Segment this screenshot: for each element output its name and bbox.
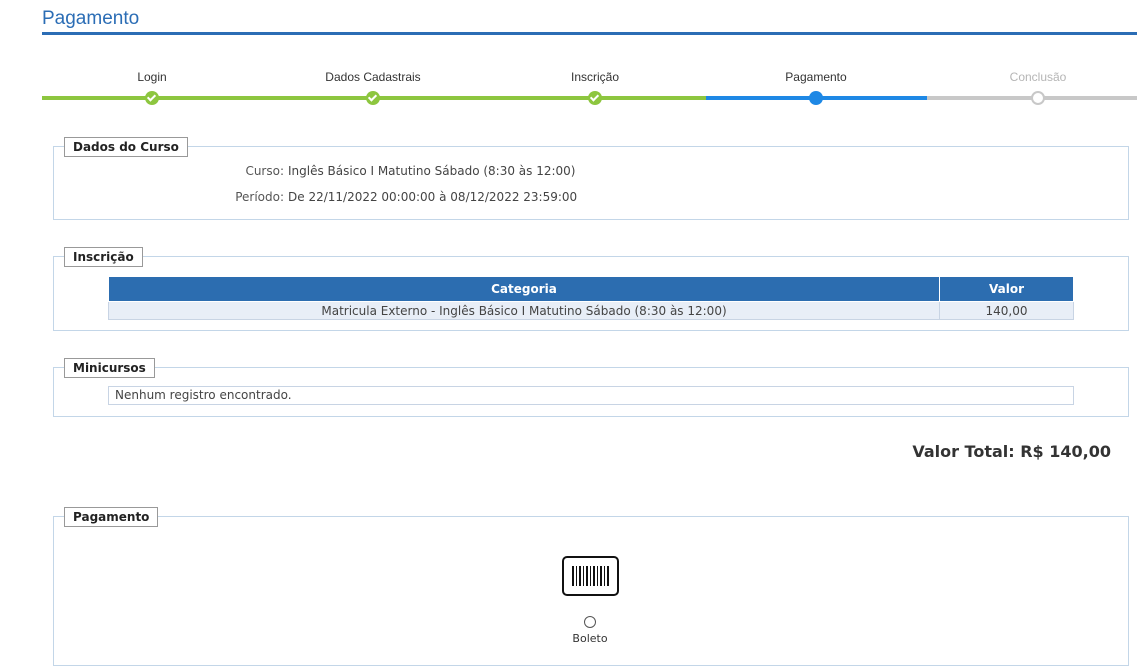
table-row: Matricula Externo - Inglês Básico I Matu… (108, 301, 1074, 320)
step-conclusao-pending-dot (1031, 91, 1045, 105)
step-dados-cadastrais-label: Dados Cadastrais (325, 70, 421, 84)
step-pagamento-label: Pagamento (785, 70, 847, 84)
progress-stepper: Login Dados Cadastrais Inscrição Pagamen… (42, 60, 1137, 110)
valor-cell: 140,00 (939, 301, 1074, 320)
step-inscricao-check-icon (588, 91, 602, 105)
step-dados-cadastrais-check-icon (366, 91, 380, 105)
inscricao-section: Inscrição Categoria Valor Matricula Exte… (53, 247, 1129, 331)
valor-total: Valor Total: R$ 140,00 (912, 442, 1111, 461)
pagamento-legend: Pagamento (64, 507, 159, 527)
dados-curso-legend: Dados do Curso (64, 137, 188, 157)
inscricao-legend: Inscrição (64, 247, 143, 267)
minicursos-legend: Minicursos (64, 358, 155, 378)
curso-label: Curso: (245, 164, 284, 178)
inscricao-table: Categoria Valor Matricula Externo - Ingl… (108, 276, 1074, 320)
categoria-cell: Matricula Externo - Inglês Básico I Matu… (108, 301, 940, 320)
step-pagamento-current-dot (809, 91, 823, 105)
column-header-valor: Valor (939, 276, 1074, 302)
column-header-categoria: Categoria (108, 276, 940, 302)
barcode-icon[interactable] (562, 556, 619, 596)
step-conclusao-label: Conclusão (1009, 70, 1067, 84)
minicursos-section: Minicursos Nenhum registro encontrado. (53, 358, 1129, 417)
page-title: Pagamento (42, 8, 140, 29)
dados-curso-section: Dados do Curso Curso: Inglês Básico I Mat… (53, 137, 1129, 220)
boleto-label[interactable]: Boleto (572, 632, 607, 645)
periodo-label: Período: (235, 190, 284, 204)
periodo-row: Período: De 22/11/2022 00:00:00 à 08/12/2… (184, 190, 577, 204)
title-rule (42, 32, 1137, 35)
curso-row: Curso: Inglês Básico I Matutino Sábado (8… (184, 164, 575, 178)
step-login-check-icon (145, 91, 159, 105)
step-inscricao-label: Inscrição (570, 70, 620, 84)
step-login-label: Login (137, 70, 167, 84)
minicursos-empty-message: Nenhum registro encontrado. (108, 386, 1074, 405)
boleto-radio[interactable] (584, 616, 596, 628)
periodo-value: De 22/11/2022 00:00:00 à 08/12/2022 23:5… (288, 190, 578, 204)
curso-value: Inglês Básico I Matutino Sábado (8:30 às… (288, 164, 576, 178)
